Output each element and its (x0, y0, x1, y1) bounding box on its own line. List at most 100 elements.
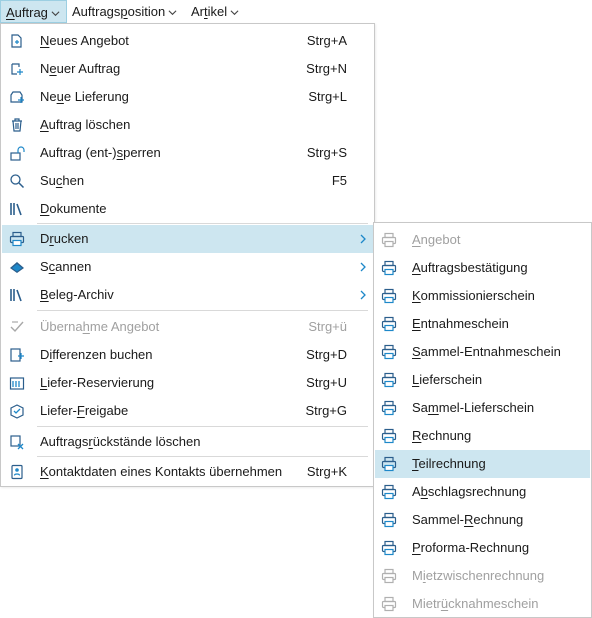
submenu-item-kommissionierschein[interactable]: Kommissionierschein (375, 282, 590, 310)
chevron-right-icon (360, 262, 366, 272)
printer-icon (381, 288, 397, 304)
menu-auftragsposition-label: osition (127, 4, 166, 19)
menu-item-dokumente[interactable]: Dokumente (2, 195, 373, 223)
submenu-item-sammel-rechnung[interactable]: Sammel-Rechnung (375, 506, 590, 534)
menu-item-kontaktdaten-uebernehmen[interactable]: Kontaktdaten eines Kontakts übernehmen S… (2, 458, 373, 486)
printer-icon (381, 372, 397, 388)
menu-item-label: Drucken (40, 231, 89, 246)
chevron-down-icon (230, 10, 239, 16)
menu-auftrag[interactable]: Auftrag (0, 0, 67, 23)
submenu-item-label: Entnahmeschein (412, 316, 509, 331)
menu-item-label: Neue Lieferung (40, 89, 129, 104)
menu-item-liefer-freigabe[interactable]: Liefer-Freigabe Strg+G (2, 397, 373, 425)
submenu-item-label: Abschlagsrechnung (412, 484, 527, 499)
submenu-item-abschlagsrechnung[interactable]: Abschlagsrechnung (375, 478, 590, 506)
menu-item-auftragsrueckstaende-loeschen[interactable]: Auftragsrückstände löschen (2, 428, 373, 456)
submenu-item-teilrechnung[interactable]: Teilrechnung (375, 450, 590, 478)
menu-item-label: Dokumente (40, 201, 107, 216)
submenu-item-sammel-lieferschein[interactable]: Sammel-Lieferschein (375, 394, 590, 422)
submenu-item-label: Mietzwischenrechnung (412, 568, 545, 583)
shortcut-text: Strg+A (306, 33, 347, 48)
submenu-item-label: Sammel-Entnahmeschein (412, 344, 561, 359)
submenu-item-label: Lieferschein (412, 372, 483, 387)
menu-item-uebernahme-angebot: Übernahme Angebot Strg+ü (2, 313, 373, 341)
submenu-item-label: Teilrechnung (412, 456, 486, 471)
new-order-icon (11, 63, 23, 75)
shortcut-text: Strg+U (306, 375, 347, 390)
printer-icon (381, 484, 397, 500)
menu-artikel-label: ikel (207, 4, 228, 19)
menu-item-auftrag-loeschen[interactable]: Auftrag löschen (2, 111, 373, 139)
menu-item-label: Liefer-Reservierung (40, 375, 155, 390)
menu-artikel-label-pre: Ar (191, 4, 204, 19)
menu-auftrag-label: uftrag (14, 5, 48, 20)
menu-separator (37, 310, 368, 311)
menu-item-label: Scannen (40, 259, 92, 274)
menu-item-label: Suchen (40, 173, 85, 188)
delete-backorders-icon (10, 435, 24, 450)
unlock-icon (10, 146, 25, 161)
menu-item-beleg-archiv[interactable]: Beleg-Archiv (2, 281, 373, 309)
reservation-icon (9, 377, 25, 390)
menu-item-neues-angebot[interactable]: Neues Angebot Strg+A (2, 27, 373, 55)
submenu-item-entnahmeschein[interactable]: Entnahmeschein (375, 310, 590, 338)
archive-icon (10, 289, 22, 302)
submenu-item-label: Sammel-Lieferschein (412, 400, 535, 415)
menu-item-label: Auftrag (ent-)sperren (40, 145, 161, 160)
submenu-item-label: Angebot (412, 232, 461, 247)
submenu-item-sammel-entnahmeschein[interactable]: Sammel-Entnahmeschein (375, 338, 590, 366)
new-delivery-icon (10, 91, 24, 103)
accept-offer-icon (10, 321, 24, 333)
shortcut-text: Strg+D (306, 347, 347, 362)
menu-item-drucken[interactable]: Drucken (2, 225, 373, 253)
submenu-item-rechnung[interactable]: Rechnung (375, 422, 590, 450)
submenu-item-angebot: Angebot (375, 226, 590, 254)
search-icon (10, 174, 25, 189)
shortcut-text: Strg+K (306, 464, 347, 479)
drucken-submenu: Angebot Auftragsbestätigung Kommissionie… (373, 222, 592, 618)
submenu-item-proforma-rechnung[interactable]: Proforma-Rechnung (375, 534, 590, 562)
menu-item-scannen[interactable]: Scannen (2, 253, 373, 281)
printer-icon (381, 540, 397, 556)
new-offer-icon (11, 34, 22, 48)
submenu-item-label: Sammel-Rechnung (412, 512, 524, 527)
printer-icon (381, 512, 397, 528)
printer-icon (381, 316, 397, 332)
printer-icon (9, 231, 25, 247)
menu-auftragsposition[interactable]: Auftragsposition (67, 0, 181, 23)
menu-item-label: Neuer Auftrag (40, 61, 121, 76)
printer-icon (381, 596, 397, 612)
submenu-item-mietzwischenrechnung: Mietzwischenrechnung (375, 562, 590, 590)
submenu-item-label: Kommissionierschein (412, 288, 535, 303)
menu-item-label: Übernahme Angebot (40, 319, 160, 334)
menu-artikel[interactable]: Artikel (186, 0, 243, 23)
shortcut-text: Strg+N (306, 61, 347, 76)
menu-item-label: Auftrag löschen (40, 117, 131, 132)
release-icon (10, 404, 24, 419)
books-icon (10, 203, 22, 216)
menu-item-suchen[interactable]: Suchen F5 (2, 167, 373, 195)
shortcut-text: Strg+G (305, 403, 347, 418)
chevron-right-icon (360, 234, 366, 244)
menu-item-differenzen-buchen[interactable]: Differenzen buchen Strg+D (2, 341, 373, 369)
chevron-down-icon (168, 10, 177, 16)
menu-item-liefer-reservierung[interactable]: Liefer-Reservierung Strg+U (2, 369, 373, 397)
auftrag-dropdown-menu: Neues Angebot Strg+A Neuer Auftrag Strg+… (0, 23, 375, 487)
submenu-item-label: Auftragsbestätigung (412, 260, 528, 275)
menu-item-auftrag-sperren[interactable]: Auftrag (ent-)sperren Strg+S (2, 139, 373, 167)
printer-icon (381, 456, 397, 472)
menu-item-label: Differenzen buchen (40, 347, 153, 362)
submenu-item-auftragsbestaetigung[interactable]: Auftragsbestätigung (375, 254, 590, 282)
menu-item-neuer-auftrag[interactable]: Neuer Auftrag Strg+N (2, 55, 373, 83)
menu-item-neue-lieferung[interactable]: Neue Lieferung Strg+L (2, 83, 373, 111)
menu-separator (37, 223, 368, 224)
menu-bar: Auftrag Auftragsposition Artikel (0, 0, 592, 23)
chevron-down-icon (51, 11, 60, 17)
submenu-item-label: Rechnung (412, 428, 472, 443)
menu-separator (37, 456, 368, 457)
shortcut-text: Strg+L (308, 89, 347, 104)
menu-item-label: Liefer-Freigabe (40, 403, 129, 418)
printer-icon (381, 344, 397, 360)
printer-icon (381, 260, 397, 276)
submenu-item-lieferschein[interactable]: Lieferschein (375, 366, 590, 394)
